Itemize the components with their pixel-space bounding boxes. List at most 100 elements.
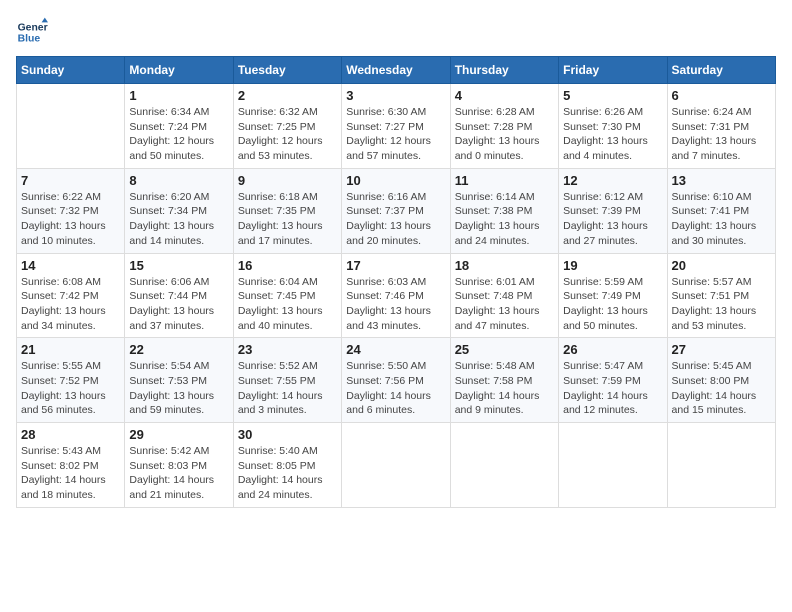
day-info: Sunrise: 6:08 AMSunset: 7:42 PMDaylight:…	[21, 275, 120, 334]
day-info: Sunrise: 6:26 AMSunset: 7:30 PMDaylight:…	[563, 105, 662, 164]
day-number: 8	[129, 173, 228, 188]
day-cell: 24 Sunrise: 5:50 AMSunset: 7:56 PMDayligh…	[342, 338, 450, 423]
day-cell: 1 Sunrise: 6:34 AMSunset: 7:24 PMDaylight…	[125, 84, 233, 169]
day-cell: 7 Sunrise: 6:22 AMSunset: 7:32 PMDaylight…	[17, 168, 125, 253]
day-info: Sunrise: 5:40 AMSunset: 8:05 PMDaylight:…	[238, 444, 337, 503]
week-row-4: 21 Sunrise: 5:55 AMSunset: 7:52 PMDayligh…	[17, 338, 776, 423]
day-info: Sunrise: 6:14 AMSunset: 7:38 PMDaylight:…	[455, 190, 554, 249]
weekday-header-row: SundayMondayTuesdayWednesdayThursdayFrid…	[17, 57, 776, 84]
day-cell: 28 Sunrise: 5:43 AMSunset: 8:02 PMDayligh…	[17, 423, 125, 508]
day-info: Sunrise: 6:28 AMSunset: 7:28 PMDaylight:…	[455, 105, 554, 164]
svg-text:Blue: Blue	[18, 34, 41, 45]
day-number: 11	[455, 173, 554, 188]
day-cell	[450, 423, 558, 508]
day-info: Sunrise: 5:55 AMSunset: 7:52 PMDaylight:…	[21, 359, 120, 418]
day-cell: 2 Sunrise: 6:32 AMSunset: 7:25 PMDaylight…	[233, 84, 341, 169]
day-info: Sunrise: 5:45 AMSunset: 8:00 PMDaylight:…	[672, 359, 771, 418]
day-number: 18	[455, 258, 554, 273]
day-number: 29	[129, 427, 228, 442]
day-info: Sunrise: 5:57 AMSunset: 7:51 PMDaylight:…	[672, 275, 771, 334]
day-cell: 14 Sunrise: 6:08 AMSunset: 7:42 PMDayligh…	[17, 253, 125, 338]
day-cell: 6Sunrise: 6:24 AMSunset: 7:31 PMDaylight…	[667, 84, 775, 169]
day-info: Sunrise: 6:10 AMSunset: 7:41 PMDaylight:…	[672, 190, 771, 249]
day-number: 1	[129, 88, 228, 103]
day-cell: 18 Sunrise: 6:01 AMSunset: 7:48 PMDayligh…	[450, 253, 558, 338]
day-number: 9	[238, 173, 337, 188]
week-row-5: 28 Sunrise: 5:43 AMSunset: 8:02 PMDayligh…	[17, 423, 776, 508]
day-cell: 21 Sunrise: 5:55 AMSunset: 7:52 PMDayligh…	[17, 338, 125, 423]
day-number: 10	[346, 173, 445, 188]
day-cell	[17, 84, 125, 169]
day-cell: 15Sunrise: 6:06 AMSunset: 7:44 PMDayligh…	[125, 253, 233, 338]
day-cell: 26 Sunrise: 5:47 AMSunset: 7:59 PMDayligh…	[559, 338, 667, 423]
day-info: Sunrise: 6:18 AMSunset: 7:35 PMDaylight:…	[238, 190, 337, 249]
page-header: General Blue	[16, 16, 776, 48]
day-number: 27	[672, 342, 771, 357]
day-info: Sunrise: 6:22 AMSunset: 7:32 PMDaylight:…	[21, 190, 120, 249]
day-cell: 9 Sunrise: 6:18 AMSunset: 7:35 PMDaylight…	[233, 168, 341, 253]
weekday-header-saturday: Saturday	[667, 57, 775, 84]
weekday-header-sunday: Sunday	[17, 57, 125, 84]
week-row-2: 7 Sunrise: 6:22 AMSunset: 7:32 PMDaylight…	[17, 168, 776, 253]
day-cell	[342, 423, 450, 508]
day-info: Sunrise: 5:59 AMSunset: 7:49 PMDaylight:…	[563, 275, 662, 334]
day-info: Sunrise: 6:24 AMSunset: 7:31 PMDaylight:…	[672, 105, 771, 164]
day-cell: 5 Sunrise: 6:26 AMSunset: 7:30 PMDaylight…	[559, 84, 667, 169]
week-row-1: 1 Sunrise: 6:34 AMSunset: 7:24 PMDaylight…	[17, 84, 776, 169]
weekday-header-friday: Friday	[559, 57, 667, 84]
day-cell: 8 Sunrise: 6:20 AMSunset: 7:34 PMDaylight…	[125, 168, 233, 253]
day-number: 30	[238, 427, 337, 442]
day-cell: 16Sunrise: 6:04 AMSunset: 7:45 PMDayligh…	[233, 253, 341, 338]
day-number: 7	[21, 173, 120, 188]
day-number: 13	[672, 173, 771, 188]
day-number: 23	[238, 342, 337, 357]
day-info: Sunrise: 6:06 AMSunset: 7:44 PMDaylight:…	[129, 275, 228, 334]
day-number: 4	[455, 88, 554, 103]
day-cell: 25 Sunrise: 5:48 AMSunset: 7:58 PMDayligh…	[450, 338, 558, 423]
day-cell: 4 Sunrise: 6:28 AMSunset: 7:28 PMDaylight…	[450, 84, 558, 169]
day-cell: 10 Sunrise: 6:16 AMSunset: 7:37 PMDayligh…	[342, 168, 450, 253]
day-cell: 11 Sunrise: 6:14 AMSunset: 7:38 PMDayligh…	[450, 168, 558, 253]
day-info: Sunrise: 6:32 AMSunset: 7:25 PMDaylight:…	[238, 105, 337, 164]
day-number: 24	[346, 342, 445, 357]
day-number: 16	[238, 258, 337, 273]
calendar-table: SundayMondayTuesdayWednesdayThursdayFrid…	[16, 56, 776, 508]
week-row-3: 14 Sunrise: 6:08 AMSunset: 7:42 PMDayligh…	[17, 253, 776, 338]
day-number: 3	[346, 88, 445, 103]
day-info: Sunrise: 6:34 AMSunset: 7:24 PMDaylight:…	[129, 105, 228, 164]
weekday-header-wednesday: Wednesday	[342, 57, 450, 84]
weekday-header-tuesday: Tuesday	[233, 57, 341, 84]
day-cell: 23Sunrise: 5:52 AMSunset: 7:55 PMDayligh…	[233, 338, 341, 423]
day-cell: 12 Sunrise: 6:12 AMSunset: 7:39 PMDayligh…	[559, 168, 667, 253]
day-number: 2	[238, 88, 337, 103]
day-cell: 20Sunrise: 5:57 AMSunset: 7:51 PMDayligh…	[667, 253, 775, 338]
day-info: Sunrise: 5:54 AMSunset: 7:53 PMDaylight:…	[129, 359, 228, 418]
day-number: 17	[346, 258, 445, 273]
day-cell: 27 Sunrise: 5:45 AMSunset: 8:00 PMDayligh…	[667, 338, 775, 423]
day-cell: 30 Sunrise: 5:40 AMSunset: 8:05 PMDayligh…	[233, 423, 341, 508]
day-cell: 22 Sunrise: 5:54 AMSunset: 7:53 PMDayligh…	[125, 338, 233, 423]
day-info: Sunrise: 5:50 AMSunset: 7:56 PMDaylight:…	[346, 359, 445, 418]
day-number: 25	[455, 342, 554, 357]
day-info: Sunrise: 5:42 AMSunset: 8:03 PMDaylight:…	[129, 444, 228, 503]
day-info: Sunrise: 6:16 AMSunset: 7:37 PMDaylight:…	[346, 190, 445, 249]
day-info: Sunrise: 5:48 AMSunset: 7:58 PMDaylight:…	[455, 359, 554, 418]
day-number: 14	[21, 258, 120, 273]
day-info: Sunrise: 6:12 AMSunset: 7:39 PMDaylight:…	[563, 190, 662, 249]
day-number: 28	[21, 427, 120, 442]
day-cell: 19Sunrise: 5:59 AMSunset: 7:49 PMDayligh…	[559, 253, 667, 338]
day-number: 26	[563, 342, 662, 357]
day-info: Sunrise: 6:01 AMSunset: 7:48 PMDaylight:…	[455, 275, 554, 334]
day-info: Sunrise: 6:20 AMSunset: 7:34 PMDaylight:…	[129, 190, 228, 249]
day-info: Sunrise: 5:47 AMSunset: 7:59 PMDaylight:…	[563, 359, 662, 418]
day-number: 21	[21, 342, 120, 357]
day-cell	[559, 423, 667, 508]
day-info: Sunrise: 5:43 AMSunset: 8:02 PMDaylight:…	[21, 444, 120, 503]
day-number: 22	[129, 342, 228, 357]
day-number: 5	[563, 88, 662, 103]
day-info: Sunrise: 6:30 AMSunset: 7:27 PMDaylight:…	[346, 105, 445, 164]
day-info: Sunrise: 6:03 AMSunset: 7:46 PMDaylight:…	[346, 275, 445, 334]
weekday-header-thursday: Thursday	[450, 57, 558, 84]
day-cell: 3 Sunrise: 6:30 AMSunset: 7:27 PMDaylight…	[342, 84, 450, 169]
day-number: 12	[563, 173, 662, 188]
